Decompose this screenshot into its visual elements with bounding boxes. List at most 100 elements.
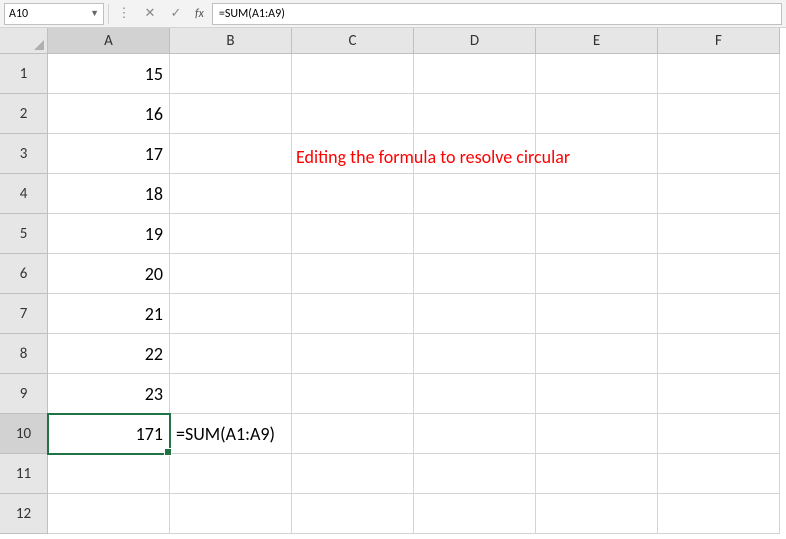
cell-F9[interactable]	[658, 374, 780, 414]
cell-B8[interactable]	[170, 334, 292, 374]
name-box[interactable]: A10 ▼	[4, 3, 104, 25]
cell-F7[interactable]	[658, 294, 780, 334]
cell-D4[interactable]	[414, 174, 536, 214]
cell-E12[interactable]	[536, 494, 658, 534]
cell-E8[interactable]	[536, 334, 658, 374]
cell-E10[interactable]	[536, 414, 658, 454]
cell-E4[interactable]	[536, 174, 658, 214]
cell-D2[interactable]	[414, 94, 536, 134]
cell-F1[interactable]	[658, 54, 780, 94]
cell-B3[interactable]	[170, 134, 292, 174]
cell-B6[interactable]	[170, 254, 292, 294]
name-box-dropdown-icon[interactable]: ▼	[90, 8, 99, 19]
cell-C12[interactable]	[292, 494, 414, 534]
column-header-A[interactable]: A	[48, 28, 170, 54]
cell-C8[interactable]	[292, 334, 414, 374]
cell-B4[interactable]	[170, 174, 292, 214]
column-header-F[interactable]: F	[658, 28, 780, 54]
row-header-1[interactable]: 1	[0, 54, 48, 94]
cell-C3[interactable]	[292, 134, 414, 174]
cell-A3[interactable]: 17	[48, 134, 170, 174]
cell-B7[interactable]	[170, 294, 292, 334]
column-header-B[interactable]: B	[170, 28, 292, 54]
cell-D12[interactable]	[414, 494, 536, 534]
cell-A9[interactable]: 23	[48, 374, 170, 414]
cell-E9[interactable]	[536, 374, 658, 414]
cancel-icon: ✕	[139, 3, 161, 25]
row-header-10[interactable]: 10	[0, 414, 48, 454]
row-header-3[interactable]: 3	[0, 134, 48, 174]
cell-F8[interactable]	[658, 334, 780, 374]
row-header-9[interactable]: 9	[0, 374, 48, 414]
formula-input[interactable]: =SUM(A1:A9)	[212, 3, 782, 25]
cell-C7[interactable]	[292, 294, 414, 334]
column-header-C[interactable]: C	[292, 28, 414, 54]
column-header-D[interactable]: D	[414, 28, 536, 54]
row-header-8[interactable]: 8	[0, 334, 48, 374]
options-icon[interactable]: ⋮	[113, 3, 135, 25]
cell-B11[interactable]	[170, 454, 292, 494]
cell-B12[interactable]	[170, 494, 292, 534]
cell-F3[interactable]	[658, 134, 780, 174]
cell-A12[interactable]	[48, 494, 170, 534]
row-header-2[interactable]: 2	[0, 94, 48, 134]
row-header-4[interactable]: 4	[0, 174, 48, 214]
cell-E3[interactable]	[536, 134, 658, 174]
spreadsheet-grid: ABCDEF 11521631741851962072182292310171=…	[0, 28, 786, 534]
cell-A10[interactable]: 171	[48, 414, 170, 454]
row-header-12[interactable]: 12	[0, 494, 48, 534]
cell-A11[interactable]	[48, 454, 170, 494]
cell-A5[interactable]: 19	[48, 214, 170, 254]
cell-C9[interactable]	[292, 374, 414, 414]
cell-C2[interactable]	[292, 94, 414, 134]
cell-F4[interactable]	[658, 174, 780, 214]
cell-A7[interactable]: 21	[48, 294, 170, 334]
cell-C6[interactable]	[292, 254, 414, 294]
cell-F12[interactable]	[658, 494, 780, 534]
cell-D1[interactable]	[414, 54, 536, 94]
row-header-11[interactable]: 11	[0, 454, 48, 494]
cell-D5[interactable]	[414, 214, 536, 254]
cell-F11[interactable]	[658, 454, 780, 494]
select-all-corner[interactable]	[0, 28, 48, 54]
cell-D9[interactable]	[414, 374, 536, 414]
cell-E2[interactable]	[536, 94, 658, 134]
cell-D6[interactable]	[414, 254, 536, 294]
cell-E1[interactable]	[536, 54, 658, 94]
cell-A1[interactable]: 15	[48, 54, 170, 94]
name-box-value: A10	[9, 7, 28, 21]
cell-D8[interactable]	[414, 334, 536, 374]
cell-C10[interactable]	[292, 414, 414, 454]
cell-B2[interactable]	[170, 94, 292, 134]
cell-C11[interactable]	[292, 454, 414, 494]
row-header-7[interactable]: 7	[0, 294, 48, 334]
cell-B5[interactable]	[170, 214, 292, 254]
cell-C4[interactable]	[292, 174, 414, 214]
cell-D11[interactable]	[414, 454, 536, 494]
cell-F10[interactable]	[658, 414, 780, 454]
cell-A8[interactable]: 22	[48, 334, 170, 374]
column-header-E[interactable]: E	[536, 28, 658, 54]
column-headers-row: ABCDEF	[0, 28, 786, 54]
cell-A6[interactable]: 20	[48, 254, 170, 294]
row-header-5[interactable]: 5	[0, 214, 48, 254]
cell-F6[interactable]	[658, 254, 780, 294]
cell-E6[interactable]	[536, 254, 658, 294]
cell-B1[interactable]	[170, 54, 292, 94]
cell-B10[interactable]: =SUM(A1:A9)	[170, 414, 292, 454]
cell-C1[interactable]	[292, 54, 414, 94]
cell-F5[interactable]	[658, 214, 780, 254]
cell-D7[interactable]	[414, 294, 536, 334]
cell-F2[interactable]	[658, 94, 780, 134]
row-header-6[interactable]: 6	[0, 254, 48, 294]
cell-D3[interactable]	[414, 134, 536, 174]
cell-E7[interactable]	[536, 294, 658, 334]
cell-D10[interactable]	[414, 414, 536, 454]
cell-B9[interactable]	[170, 374, 292, 414]
cell-C5[interactable]	[292, 214, 414, 254]
cell-A2[interactable]: 16	[48, 94, 170, 134]
cell-E5[interactable]	[536, 214, 658, 254]
fx-label[interactable]: fx	[195, 7, 204, 21]
cell-E11[interactable]	[536, 454, 658, 494]
cell-A4[interactable]: 18	[48, 174, 170, 214]
